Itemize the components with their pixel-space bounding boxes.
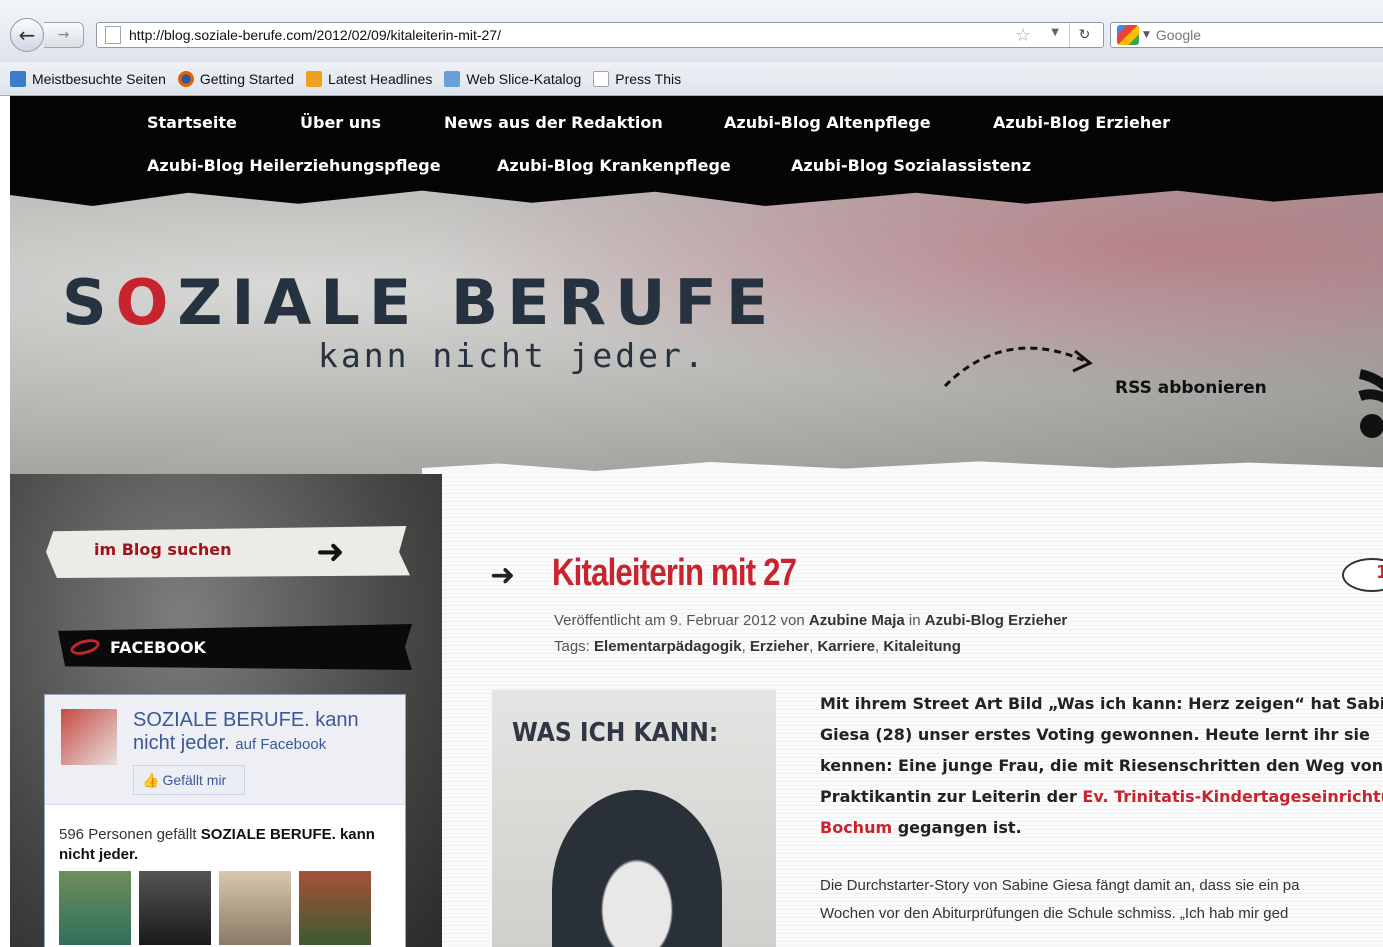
url-text[interactable]: http://blog.soziale-berufe.com/2012/02/0… (129, 27, 501, 43)
thumbs-up-icon: 👍 (142, 771, 160, 788)
fb-like-button[interactable]: 👍 Gefällt mir (133, 765, 245, 795)
image-caption-text: WAS ICH KANN: (512, 718, 719, 748)
category-link[interactable]: Azubi-Blog Erzieher (925, 612, 1068, 629)
bookmark-star-icon[interactable]: ☆ (1015, 25, 1031, 46)
fb-header: SOZIALE BERUFE. kann nicht jeder. auf Fa… (45, 695, 405, 805)
portrait-graphic (552, 790, 722, 947)
site-tagline: kann nicht jeder. (318, 336, 707, 375)
kita-link[interactable]: Ev. Trinitatis-Kindertageseinrichtun (1082, 787, 1383, 806)
nav-sozialassistenz[interactable]: Azubi-Blog Sozialassistenz (791, 156, 1031, 175)
blog-search-label[interactable]: im Blog suchen (94, 540, 231, 559)
logo-hand-o: O (115, 266, 178, 339)
fan-avatar[interactable] (59, 871, 131, 945)
body-line: Die Durchstarter-Story von Sabine Giesa … (820, 877, 1300, 894)
forward-button[interactable]: → (44, 22, 84, 48)
intro-line-with-link: Praktikantin zur Leiterin der Ev. Trinit… (820, 781, 1383, 812)
bochum-link[interactable]: Bochum (820, 818, 892, 837)
meta-published: Veröffentlicht am 9. Februar 2012 von (554, 612, 809, 629)
fan-avatar[interactable] (139, 871, 211, 945)
bookmark-label: Meistbesuchte Seiten (32, 70, 166, 87)
bookmarks-bar: Meistbesuchte Seiten Getting Started Lat… (0, 62, 1383, 96)
tag-link[interactable]: Elementarpädagogik (594, 638, 742, 655)
intro-line: Praktikantin zur Leiterin der (820, 787, 1083, 806)
main-navigation: Startseite Über uns News aus der Redakti… (10, 96, 1383, 188)
post-meta: Veröffentlicht am 9. Februar 2012 von Az… (554, 612, 1067, 629)
search-placeholder[interactable]: Google (1156, 27, 1201, 43)
fb-like-label: Gefällt mir (162, 772, 227, 788)
decorative-arrow-dots (943, 346, 1093, 388)
fan-avatar[interactable] (219, 871, 291, 945)
search-bar[interactable]: ▼ Google (1110, 22, 1383, 48)
bookmark-latest-headlines[interactable]: Latest Headlines (306, 70, 433, 87)
body-line: Wochen vor den Abiturprüfungen die Schul… (820, 905, 1289, 922)
intro-line: kennen: Eine junge Frau, die mit Riesens… (820, 756, 1383, 775)
tag-link[interactable]: Erzieher (750, 638, 809, 655)
post-title[interactable]: Kitaleiterin mit 27 (552, 552, 797, 595)
rss-feed-icon (306, 70, 323, 87)
facebook-heading: FACEBOOK (110, 638, 206, 657)
reload-icon[interactable]: ↻ (1069, 23, 1099, 47)
nav-krankenpflege[interactable]: Azubi-Blog Krankenpflege (497, 156, 731, 175)
tag-link[interactable]: Kitaleitung (883, 638, 961, 655)
fb-page-avatar[interactable] (61, 709, 117, 765)
tag-link[interactable]: Karriere (817, 638, 875, 655)
arrow-right-icon[interactable]: ➜ (316, 532, 345, 572)
nav-startseite[interactable]: Startseite (147, 113, 237, 132)
url-dropdown-icon[interactable]: ▼ (1051, 27, 1059, 38)
rss-subscribe-link[interactable]: RSS abbonieren (1115, 378, 1267, 398)
back-button[interactable]: ← (10, 18, 44, 52)
fan-avatar[interactable] (299, 871, 371, 945)
tags-label: Tags: (554, 638, 595, 655)
bookmark-web-slice[interactable]: Web Slice-Katalog (444, 70, 582, 87)
bookmark-getting-started[interactable]: Getting Started (177, 70, 295, 87)
fb-page-title[interactable]: SOZIALE BERUFE. kann nicht jeder. auf Fa… (133, 709, 395, 756)
bookmark-press-this[interactable]: Press This (593, 70, 682, 87)
nav-altenpflege[interactable]: Azubi-Blog Altenpflege (724, 113, 931, 132)
facebook-like-box: SOZIALE BERUFE. kann nicht jeder. auf Fa… (44, 694, 406, 947)
post-image[interactable]: WAS ICH KANN: (492, 690, 776, 947)
bookmark-meistbesuchte[interactable]: Meistbesuchte Seiten (10, 70, 166, 87)
author-link[interactable]: Azubine Maja (809, 612, 905, 629)
web-page: Startseite Über uns News aus der Redakti… (10, 96, 1383, 947)
bookmark-label: Web Slice-Katalog (466, 70, 582, 87)
most-visited-icon (10, 70, 26, 87)
arrow-right-icon: ➜ (490, 558, 516, 593)
sidebar: im Blog suchen ➜ FACEBOOK SOZIALE BERUFE… (10, 474, 442, 947)
logo-text: ZIALE BERUFE (177, 266, 778, 339)
fb-count-text: 596 Personen gefällt (59, 826, 201, 843)
nav-news[interactable]: News aus der Redaktion (444, 113, 663, 132)
fb-on-facebook[interactable]: auf Facebook (235, 736, 326, 753)
bookmark-label: Press This (615, 70, 682, 87)
intro-end: gegangen ist. (892, 818, 1022, 837)
intro-line: Mit ihrem Street Art Bild „Was ich kann:… (820, 694, 1383, 713)
nav-erzieher[interactable]: Azubi-Blog Erzieher (993, 113, 1170, 132)
comment-count[interactable]: 1 (1376, 562, 1383, 583)
nav-heilerziehungspflege[interactable]: Azubi-Blog Heilerziehungspflege (147, 156, 441, 175)
post-tags: Tags: Elementarpädagogik, Erzieher, Karr… (554, 638, 961, 655)
page-icon (593, 70, 610, 87)
search-engine-dropdown-icon[interactable]: ▼ (1143, 30, 1150, 40)
post-body: Die Durchstarter-Story von Sabine Giesa … (820, 872, 1299, 928)
post-content: ➜ Kitaleiterin mit 27 1 Veröffentlicht a… (442, 474, 1383, 947)
google-icon[interactable] (1117, 25, 1139, 45)
intro-line-with-link: Bochum gegangen ist. (820, 812, 1383, 843)
firefox-icon (177, 70, 194, 87)
meta-in: in (904, 612, 925, 629)
bookmark-label: Latest Headlines (328, 70, 433, 87)
post-intro: Mit ihrem Street Art Bild „Was ich kann:… (820, 688, 1383, 843)
site-logo[interactable]: SOZIALE BERUFE (62, 266, 777, 339)
web-slice-icon (444, 70, 461, 87)
address-bar[interactable]: http://blog.soziale-berufe.com/2012/02/0… (96, 22, 1104, 48)
nav-ueber-uns[interactable]: Über uns (300, 113, 381, 132)
page-icon (105, 26, 121, 44)
bookmark-label: Getting Started (199, 70, 295, 87)
intro-line: Giesa (28) unser erstes Voting gewonnen.… (820, 725, 1370, 744)
logo-letter: S (62, 266, 116, 339)
fb-fan-count: 596 Personen gefällt SOZIALE BERUFE. kan… (59, 825, 399, 865)
browser-toolbar: ← → http://blog.soziale-berufe.com/2012/… (0, 0, 1383, 62)
rss-icon[interactable] (1340, 366, 1383, 446)
